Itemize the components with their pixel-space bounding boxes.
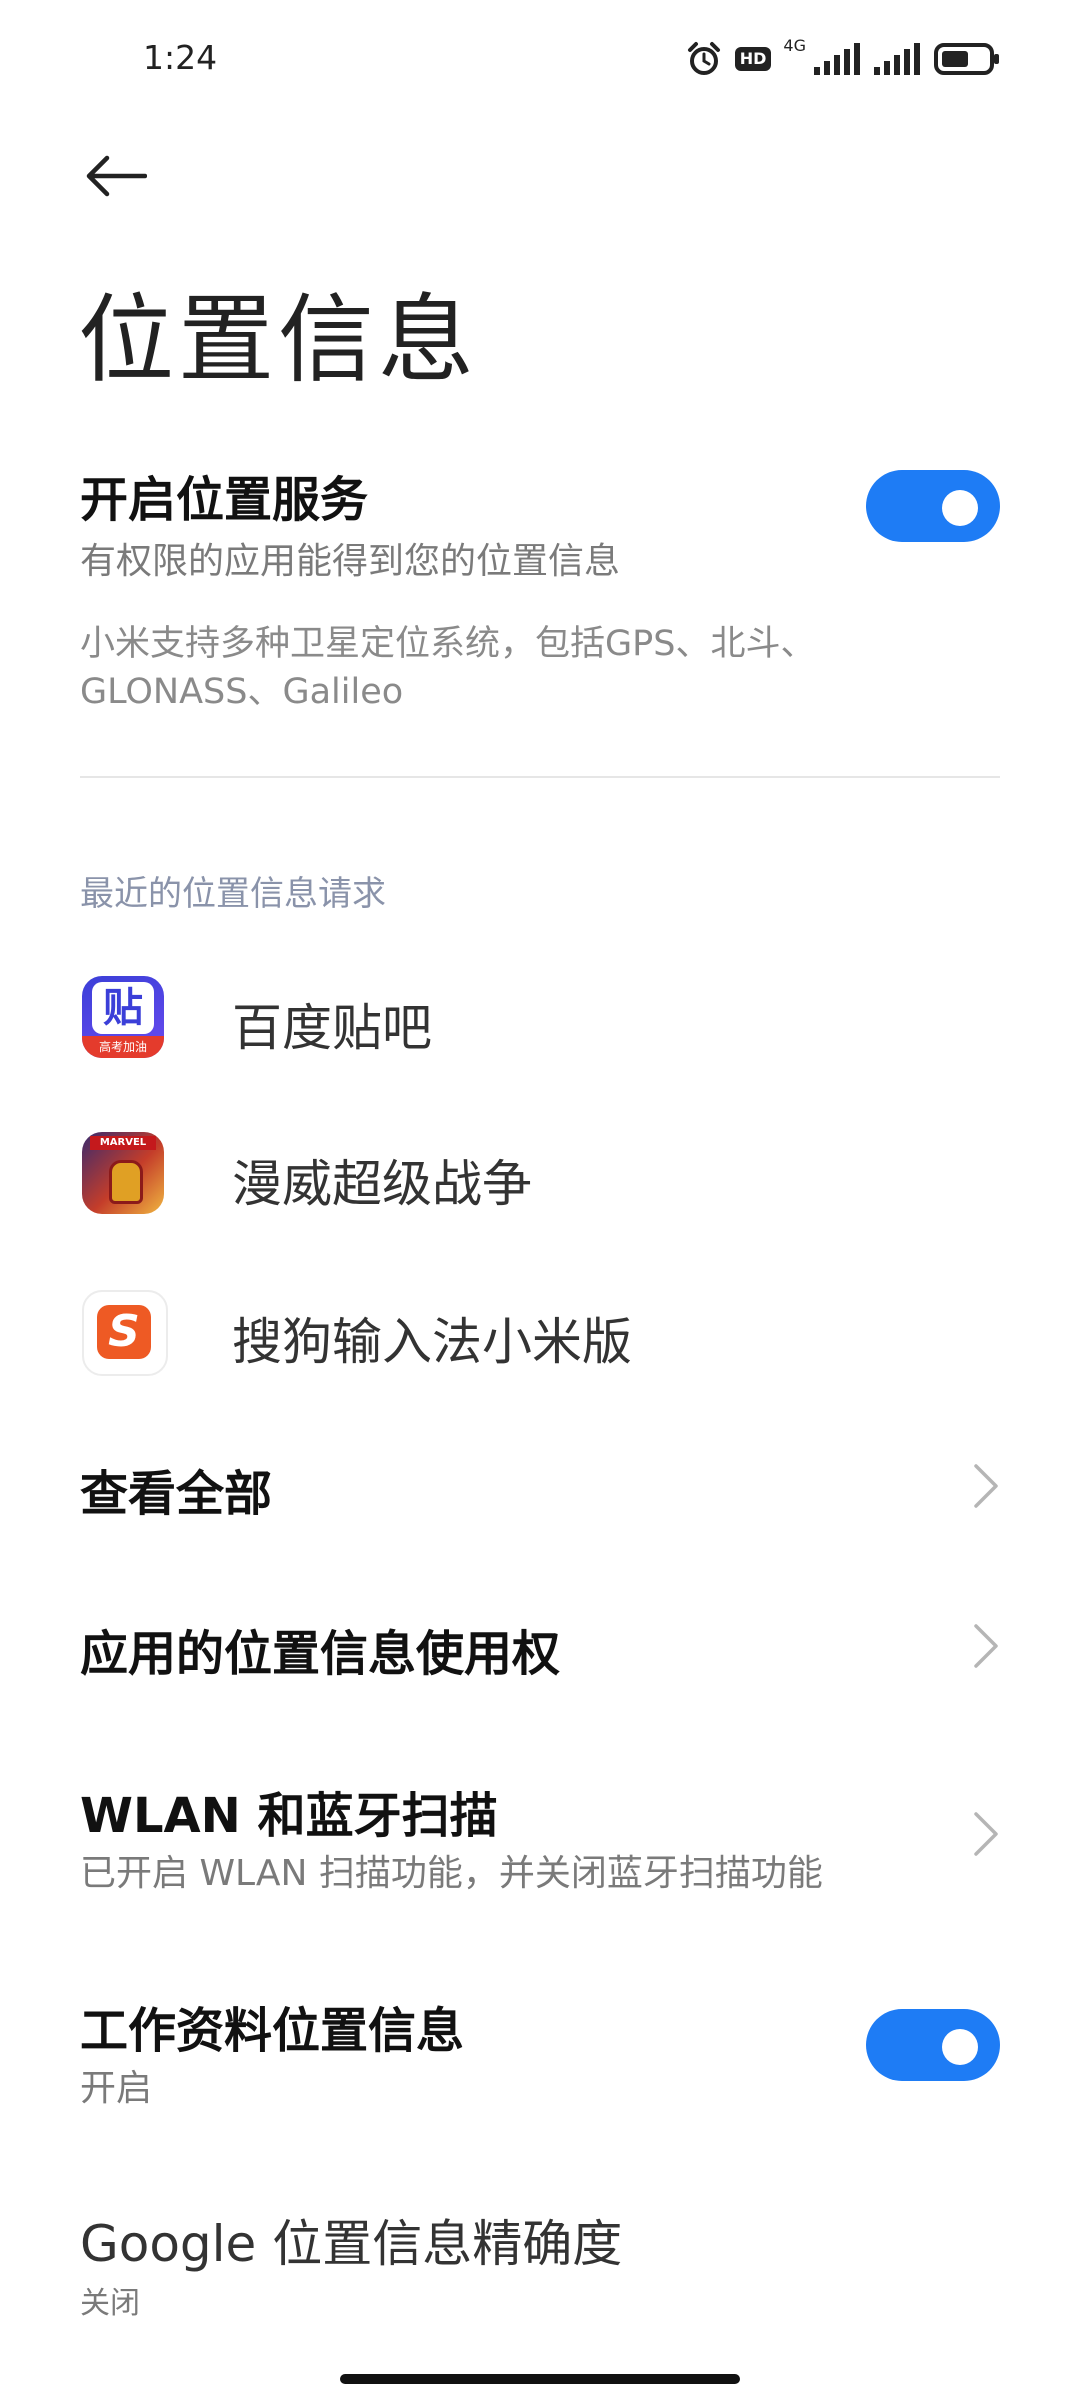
app-name: 百度贴吧 xyxy=(232,999,432,1057)
work-profile-title: 工作资料位置信息 xyxy=(80,2003,465,2059)
toggle-knob xyxy=(942,490,978,526)
network-type: 4G xyxy=(783,35,806,55)
work-profile-location-row[interactable]: 工作资料位置信息 开启 xyxy=(0,1975,1080,2125)
location-service-title: 开启位置服务 xyxy=(80,472,369,528)
google-accuracy-row[interactable]: Google 位置信息精确度 关闭 xyxy=(0,2190,1080,2340)
wlan-bluetooth-scan-row[interactable]: WLAN 和蓝牙扫描 已开启 WLAN 扫描功能，并关闭蓝牙扫描功能 xyxy=(0,1760,1080,1910)
section-divider xyxy=(80,776,1000,778)
battery-icon xyxy=(934,43,999,75)
recent-app-row[interactable]: S 搜狗输入法小米版 xyxy=(0,1276,1080,1396)
app-permission-label: 应用的位置信息使用权 xyxy=(80,1626,561,1682)
google-accuracy-subtitle: 关闭 xyxy=(80,2286,140,2321)
recent-requests-label: 最近的位置信息请求 xyxy=(80,874,386,914)
location-service-subtitle: 有权限的应用能得到您的位置信息 xyxy=(80,541,621,582)
wlan-bluetooth-title: WLAN 和蓝牙扫描 xyxy=(80,1788,498,1844)
app-permission-row[interactable]: 应用的位置信息使用权 xyxy=(0,1590,1080,1700)
alarm-icon xyxy=(687,42,720,75)
view-all-row[interactable]: 查看全部 xyxy=(0,1430,1080,1540)
signal-icon-sim1 xyxy=(814,43,860,75)
sogou-input-icon: S xyxy=(82,1290,168,1376)
home-indicator[interactable] xyxy=(340,2374,740,2384)
status-icons: HD 4G xyxy=(685,36,1000,82)
baidu-tieba-icon: 贴 高考加油 xyxy=(82,976,164,1058)
wlan-bluetooth-subtitle: 已开启 WLAN 扫描功能，并关闭蓝牙扫描功能 xyxy=(80,1853,823,1894)
back-button[interactable] xyxy=(80,140,152,212)
toggle-knob xyxy=(942,2029,978,2065)
gnss-description: 小米支持多种卫星定位系统，包括GPS、北斗、GLONASS、Galileo xyxy=(80,624,816,712)
recent-app-row[interactable]: MARVEL 漫威超级战争 xyxy=(0,1118,1080,1238)
chevron-right-icon xyxy=(974,1812,998,1856)
work-profile-subtitle: 开启 xyxy=(80,2068,153,2109)
hd-volte-icon: HD xyxy=(734,47,772,71)
view-all-label: 查看全部 xyxy=(80,1466,273,1522)
location-service-toggle[interactable] xyxy=(866,470,1000,542)
google-accuracy-title: Google 位置信息精确度 xyxy=(80,2215,623,2273)
signal-icon-sim2 xyxy=(874,43,920,75)
chevron-right-icon xyxy=(974,1464,998,1508)
page-title: 位置信息 xyxy=(78,284,478,396)
back-arrow-icon xyxy=(86,155,147,197)
location-service-row[interactable]: 开启位置服务 有权限的应用能得到您的位置信息 xyxy=(0,440,1080,590)
work-profile-toggle[interactable] xyxy=(866,2009,1000,2081)
chevron-right-icon xyxy=(974,1624,998,1668)
app-name: 搜狗输入法小米版 xyxy=(232,1313,632,1371)
marvel-super-war-icon: MARVEL xyxy=(82,1132,164,1214)
status-time: 1:24 xyxy=(143,38,218,77)
recent-app-row[interactable]: 贴 高考加油 百度贴吧 xyxy=(0,960,1080,1080)
app-name: 漫威超级战争 xyxy=(232,1155,532,1213)
